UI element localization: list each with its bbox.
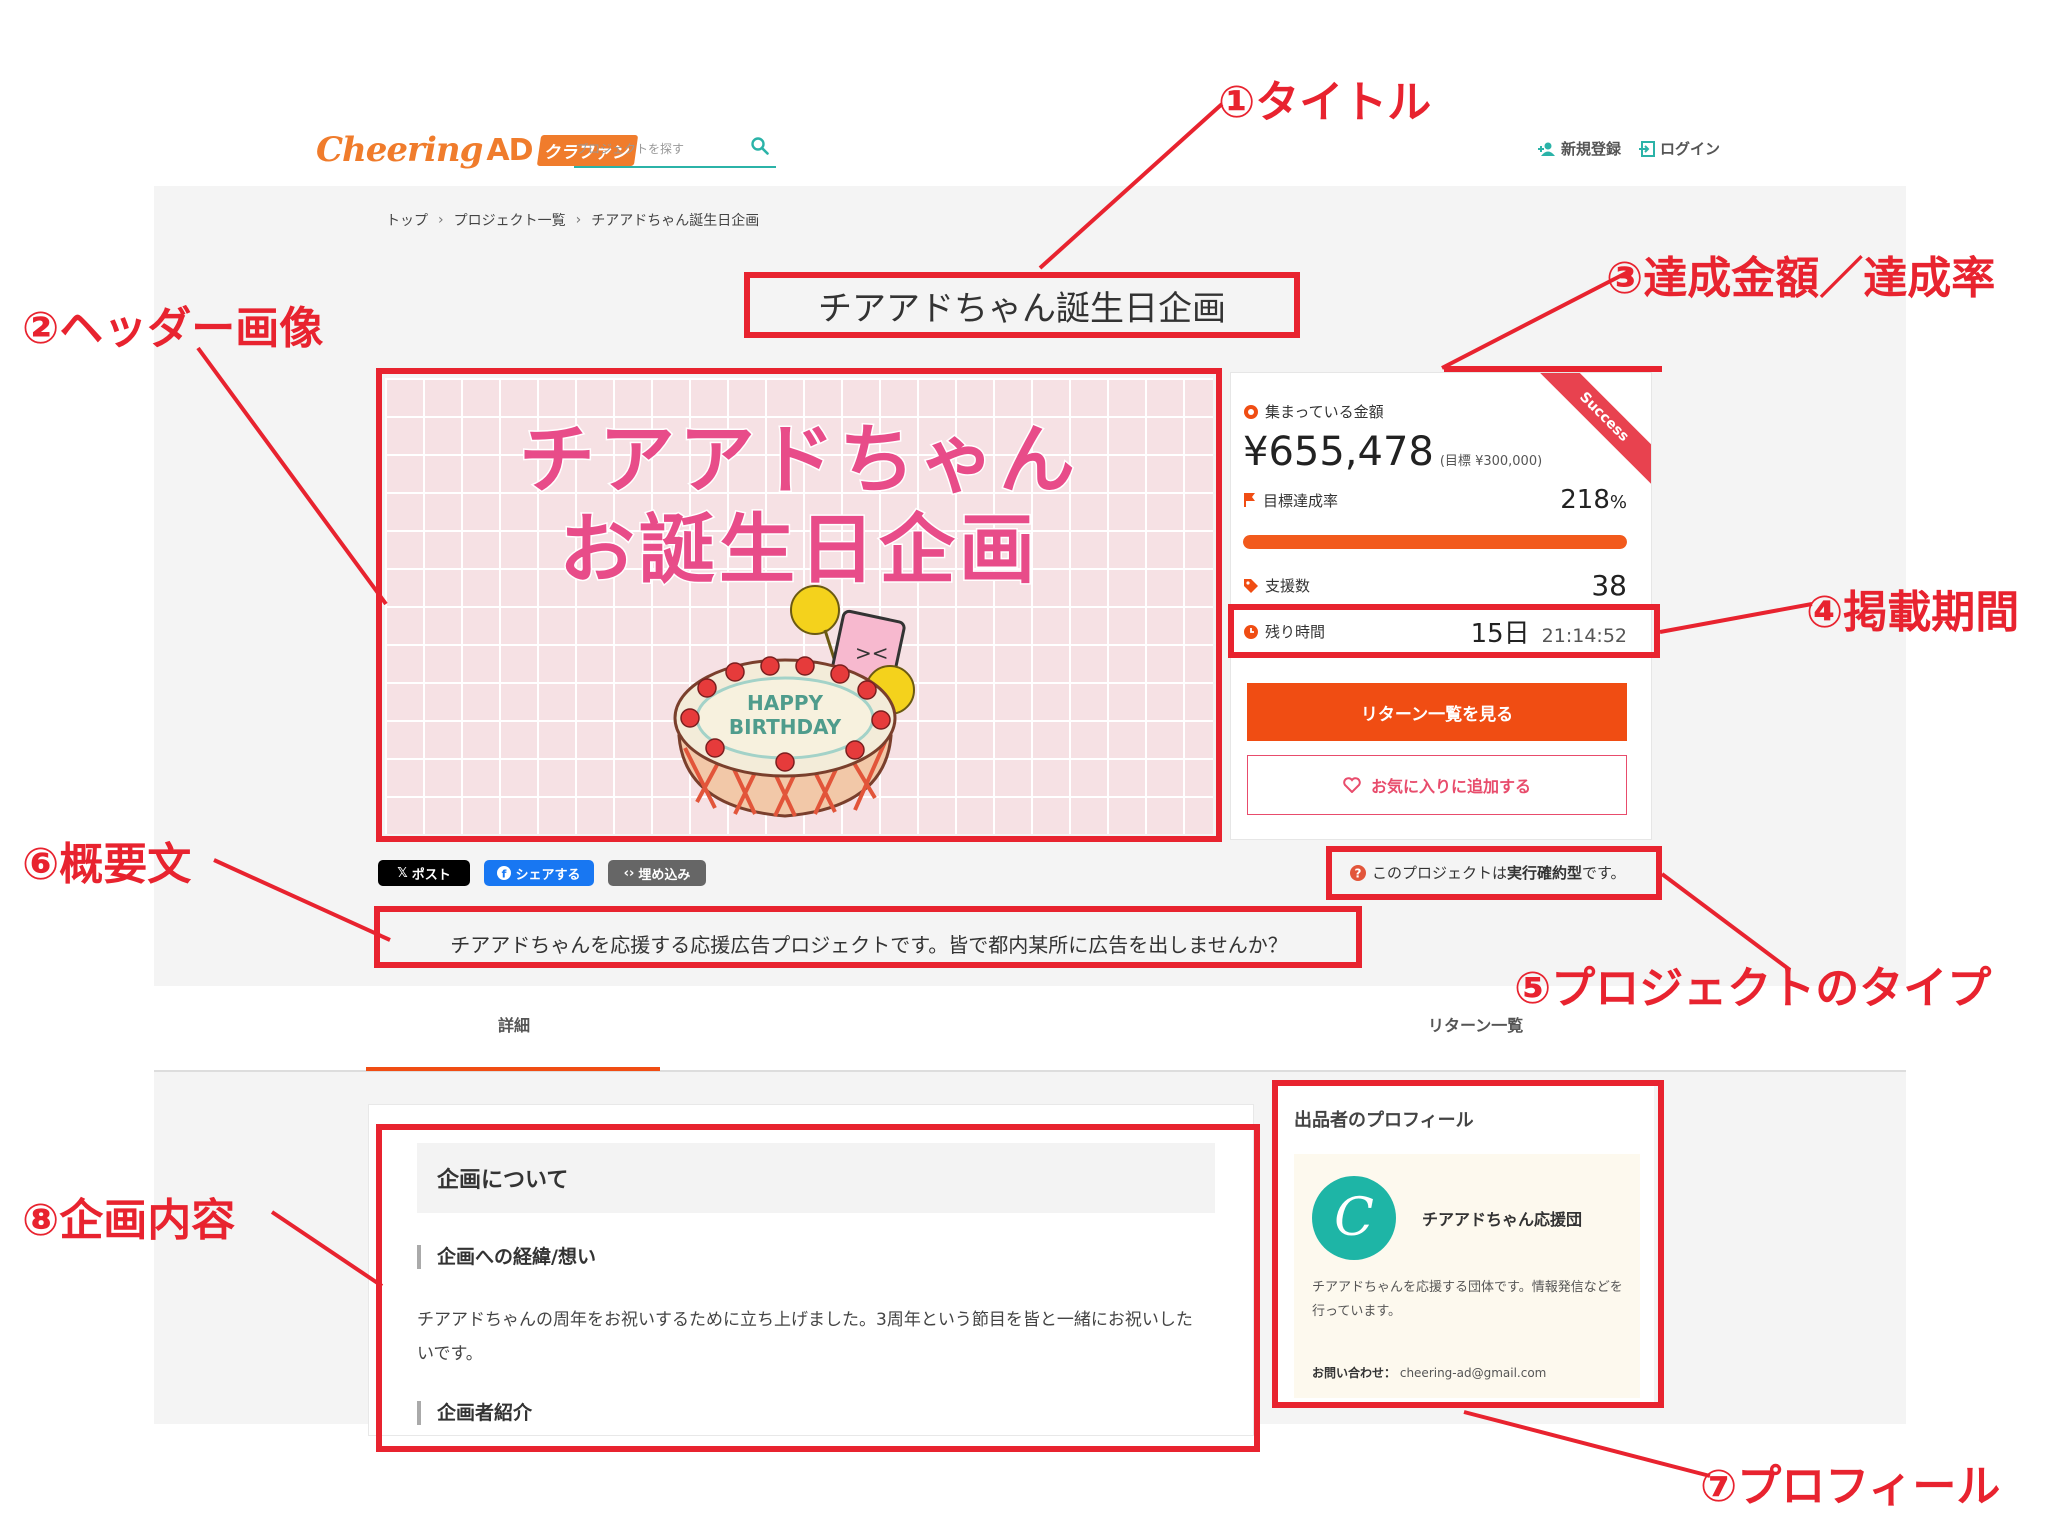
annotation-bar-stats <box>1444 366 1662 372</box>
backers-row: 支援数 38 <box>1243 569 1627 602</box>
rate-row: 目標達成率 218% <box>1243 485 1627 515</box>
breadcrumb: トップ › プロジェクト一覧 › チアアドちゃん誕生日企画 <box>386 210 759 230</box>
rate-value: 218 <box>1560 485 1610 515</box>
heart-icon <box>1343 777 1361 793</box>
backers-label-row: 支援数 <box>1243 575 1310 596</box>
favorite-label: お気に入りに追加する <box>1370 777 1531 796</box>
tab-returns[interactable]: リターン一覧 <box>1428 1012 1523 1036</box>
annotation-box-content <box>376 1124 1260 1452</box>
rate-value-wrap: 218% <box>1560 485 1627 515</box>
x-post-label: ポスト <box>411 867 451 883</box>
search-input[interactable] <box>576 136 736 162</box>
facebook-share-label: シェアする <box>515 867 581 883</box>
login-link[interactable]: ログイン <box>1639 138 1720 159</box>
login-icon <box>1639 140 1656 157</box>
logo-text: Cheering <box>316 130 483 170</box>
rate-label-row: 目標達成率 <box>1243 490 1338 511</box>
svg-text:f: f <box>502 868 507 881</box>
annotation-summary: ⑥概要文 <box>22 839 192 890</box>
code-icon: ‹› <box>623 865 635 881</box>
annotation-content: ⑧企画内容 <box>22 1195 236 1246</box>
star-badge-icon <box>1244 404 1258 419</box>
add-user-icon <box>1538 142 1555 156</box>
annotation-period: ④掲載期間 <box>1806 587 2020 638</box>
collected-amount: ¥655,478 <box>1243 429 1434 475</box>
rate-label: 目標達成率 <box>1263 491 1339 510</box>
annotation-title: ①タイトル <box>1218 77 1432 128</box>
breadcrumb-separator: › <box>575 212 582 228</box>
breadcrumb-separator: › <box>438 212 444 228</box>
amount-row: ¥655,478 (目標 ¥300,000) <box>1243 429 1542 475</box>
top-bar <box>0 0 2048 186</box>
x-logo-icon: 𝕏 <box>397 865 408 881</box>
success-ribbon: Success <box>1533 373 1651 488</box>
collected-label-row: 集まっている金額 <box>1243 401 1384 422</box>
breadcrumb-projects[interactable]: プロジェクト一覧 <box>454 210 566 230</box>
progress-bar <box>1243 535 1627 549</box>
facebook-share-button[interactable]: f シェアする <box>484 860 594 886</box>
header-links: 新規登録 ログイン <box>1538 138 1720 159</box>
annotation-box-title <box>744 272 1300 338</box>
backers-label: 支援数 <box>1265 577 1311 595</box>
logo-ad: AD <box>486 132 533 168</box>
tag-icon <box>1244 578 1258 593</box>
annotation-box-period <box>1228 604 1660 658</box>
signup-label: 新規登録 <box>1561 140 1622 158</box>
annotation-header-image: ②ヘッダー画像 <box>22 303 324 354</box>
add-favorite-button[interactable]: お気に入りに追加する <box>1247 755 1627 815</box>
collected-label: 集まっている金額 <box>1265 403 1384 421</box>
view-returns-button[interactable]: リターン一覧を見る <box>1247 683 1627 741</box>
signup-link[interactable]: 新規登録 <box>1538 138 1621 159</box>
backers-value: 38 <box>1591 569 1627 602</box>
annotation-box-type <box>1326 846 1662 900</box>
flag-icon <box>1244 493 1255 507</box>
annotation-box-header-image <box>376 368 1222 842</box>
x-post-button[interactable]: 𝕏 ポスト <box>378 860 470 886</box>
search-box <box>574 130 776 168</box>
search-icon[interactable] <box>750 136 770 156</box>
breadcrumb-top[interactable]: トップ <box>386 210 428 230</box>
active-tab-indicator <box>366 1067 660 1071</box>
login-label: ログイン <box>1660 140 1721 158</box>
embed-label: 埋め込み <box>638 867 691 883</box>
tab-details[interactable]: 詳細 <box>498 1012 530 1036</box>
annotation-box-summary <box>374 906 1362 968</box>
annotation-amount-rate: ③達成金額／達成率 <box>1606 253 1996 304</box>
breadcrumb-current: チアアドちゃん誕生日企画 <box>591 213 760 229</box>
facebook-icon: f <box>497 866 512 881</box>
rate-unit: % <box>1609 492 1627 513</box>
goal-amount: (目標 ¥300,000) <box>1439 454 1543 469</box>
progress-fill <box>1243 535 1627 549</box>
annotation-box-profile <box>1272 1080 1664 1408</box>
annotation-profile: ⑦プロフィール <box>1700 1461 2001 1512</box>
embed-button[interactable]: ‹› 埋め込み <box>608 860 706 886</box>
annotation-project-type: ⑤プロジェクトのタイプ <box>1514 963 1992 1014</box>
